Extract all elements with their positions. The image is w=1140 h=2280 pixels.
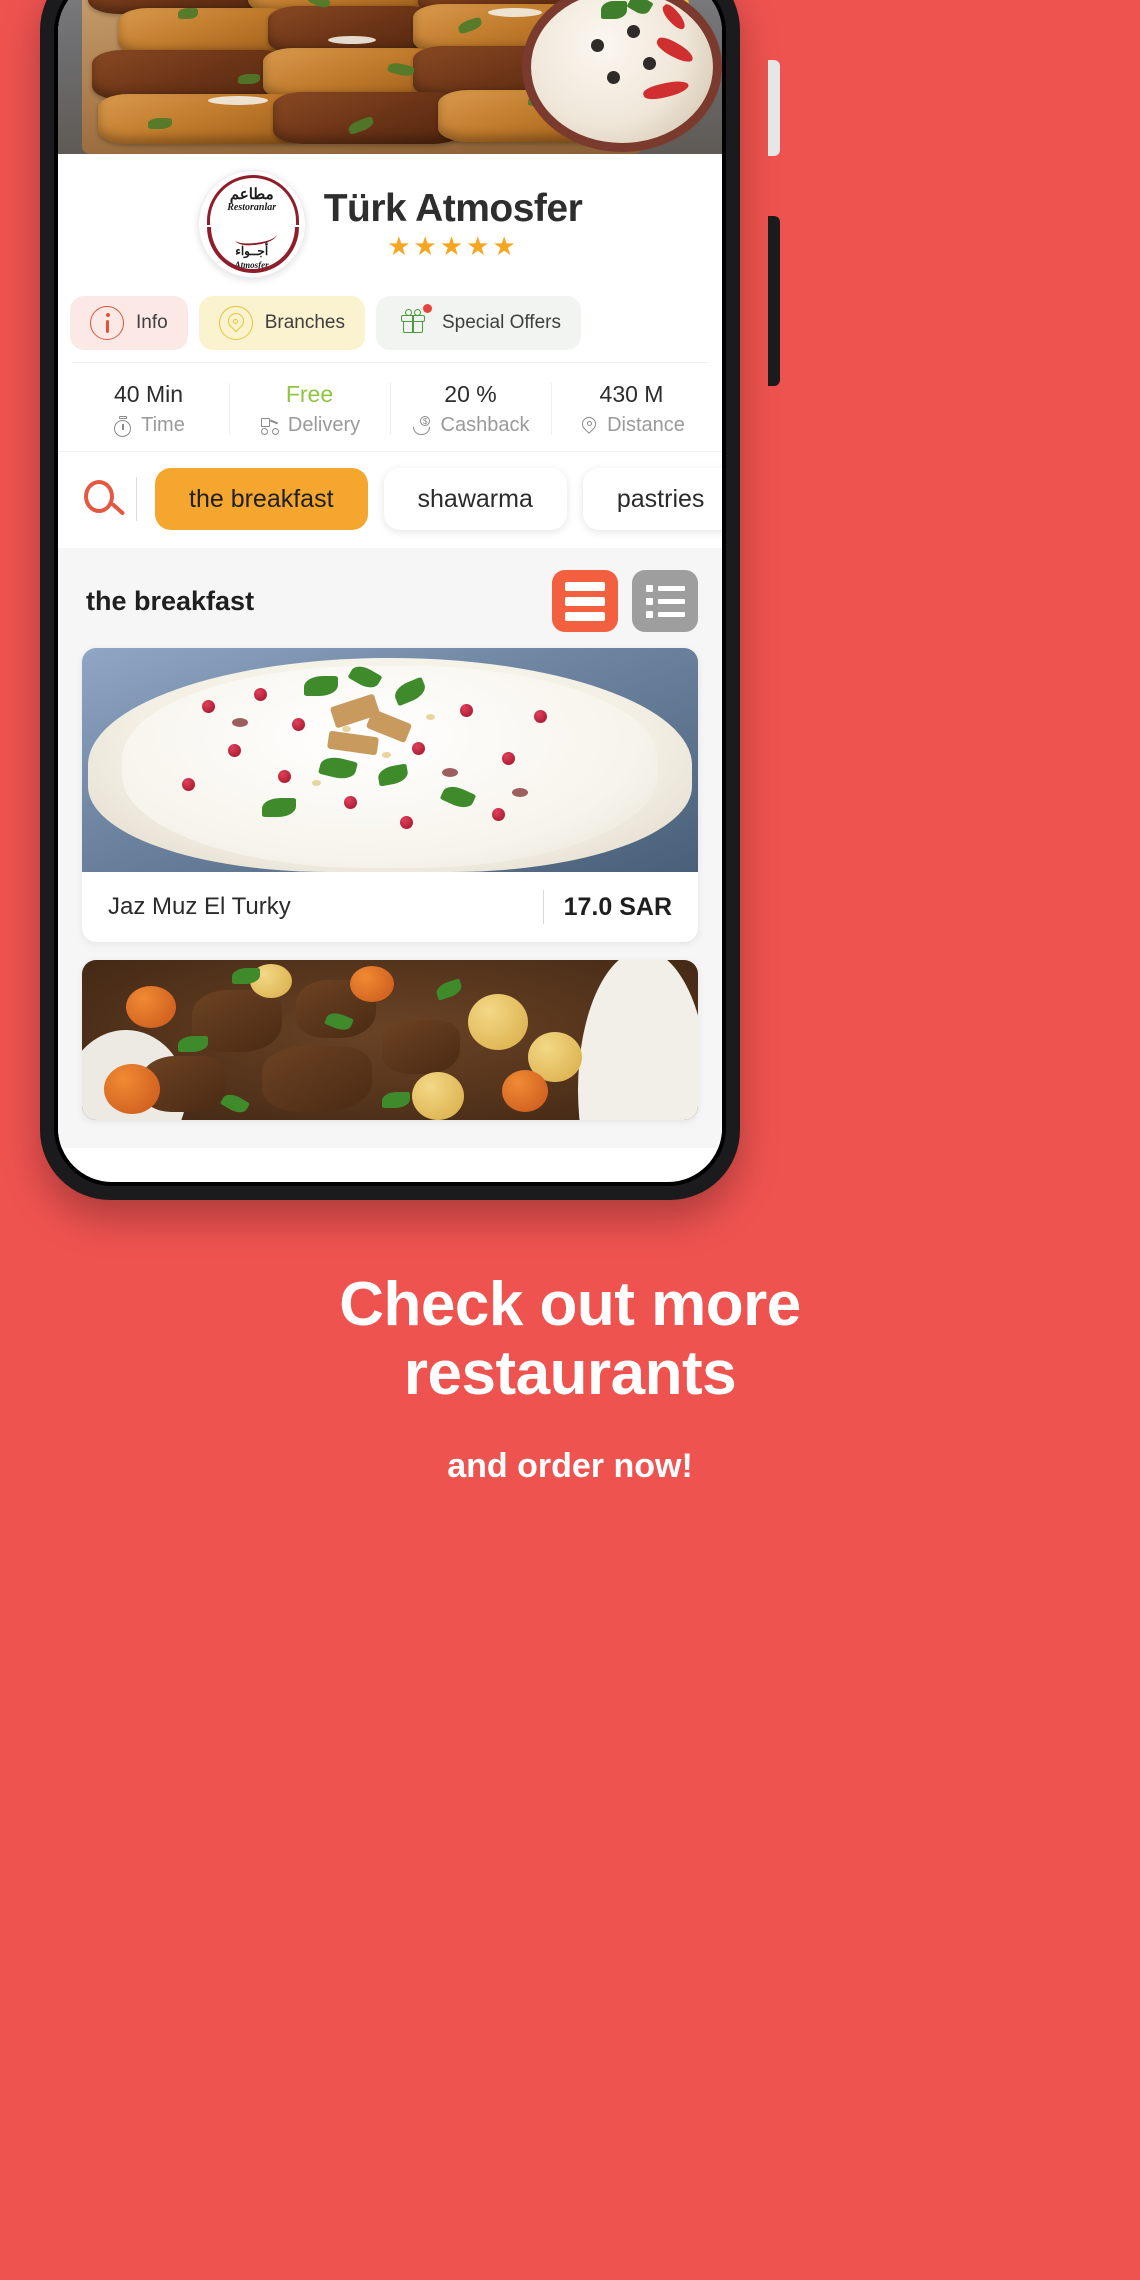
promo-headline-line1: Check out more [339, 1270, 801, 1339]
category-chip-the-breakfast[interactable]: the breakfast [155, 468, 368, 530]
info-circle-icon [90, 306, 124, 340]
phone-volume-button[interactable] [768, 60, 780, 156]
cashback-icon: $ [412, 415, 434, 437]
stat-distance-value: 430 M [599, 381, 664, 407]
info-button-label: Info [136, 312, 168, 333]
promo-headline: Check out more restaurants [60, 1270, 1080, 1409]
divider [542, 890, 544, 924]
logo-arabic-top: مطاعم [229, 186, 274, 203]
branches-button[interactable]: Branches [198, 296, 365, 350]
divider [136, 477, 137, 521]
gift-icon [396, 304, 432, 340]
phone-power-button[interactable] [768, 216, 780, 386]
brand-row: مطاعم Restoranlar أجــواء Atmosfer Türk … [58, 164, 722, 282]
stat-time-label: Time [141, 414, 185, 436]
scooter-icon [259, 415, 281, 437]
card-view-icon[interactable] [552, 570, 618, 632]
stat-delivery-label: Delivery [287, 414, 361, 436]
menu-section-title: the breakfast [86, 585, 255, 616]
stat-time-value: 40 Min [113, 381, 184, 407]
stat-time: 40 Min Time [68, 381, 229, 437]
promo-subtitle: and order now! [447, 1446, 693, 1485]
promo-block: Check out more restaurants and order now… [0, 1240, 1140, 1486]
menu-item-photo [82, 960, 698, 1120]
offers-badge-dot [422, 304, 432, 313]
action-chips-row: Info Branches Special Offers [58, 282, 722, 362]
brand-text: Türk Atmosfer ★★★★★ [323, 186, 583, 262]
menu-item-price: 17.0 SAR [563, 892, 672, 921]
logo-latin-top: Restoranlar [227, 202, 277, 213]
menu-item-info: Jaz Muz El Turky 17.0 SAR [82, 872, 698, 942]
branches-button-label: Branches [264, 312, 345, 333]
menu-item-card[interactable]: Jaz Muz El Turky 17.0 SAR [82, 648, 698, 942]
rating-stars: ★★★★★ [387, 231, 519, 262]
stat-cashback-label: Cashback [440, 414, 530, 436]
stat-cashback: 20 % $ Cashback [390, 381, 551, 437]
restaurant-cover-photo [58, 0, 722, 154]
promo-headline-line2: restaurants [403, 1339, 737, 1409]
stat-distance: 430 M Distance [551, 381, 712, 437]
menu-section: the breakfast Jaz Muz El Turky 17.0 SAR [58, 548, 722, 1148]
view-toggle-group [552, 570, 698, 632]
stat-distance-label: Distance [607, 414, 685, 436]
list-view-icon[interactable] [632, 570, 698, 632]
stats-row: 40 Min Time Free Delivery 20 % $ Cashbac… [58, 363, 722, 451]
menu-item-name: Jaz Muz El Turky [108, 893, 291, 920]
menu-item-photo [82, 648, 698, 872]
stat-delivery: Free Delivery [229, 381, 390, 437]
stat-cashback-value: 20 % [444, 381, 497, 407]
restaurant-name: Türk Atmosfer [323, 186, 583, 230]
location-pin-icon [218, 306, 253, 340]
special-offers-button[interactable]: Special Offers [375, 296, 581, 350]
special-offers-button-label: Special Offers [441, 312, 561, 333]
phone-screen: مطاعم Restoranlar أجــواء Atmosfer Türk … [58, 0, 722, 1182]
stat-delivery-value: Free [285, 381, 334, 407]
category-chip-pastries[interactable]: pastries [582, 468, 722, 530]
category-chip-shawarma[interactable]: shawarma [383, 468, 567, 530]
phone-frame: مطاعم Restoranlar أجــواء Atmosfer Türk … [40, 0, 780, 1200]
menu-item-card[interactable] [82, 960, 698, 1120]
info-button[interactable]: Info [70, 296, 188, 350]
location-icon [578, 413, 600, 437]
restaurant-logo: مطاعم Restoranlar أجــواء Atmosfer [197, 170, 306, 278]
category-bar: the breakfast shawarma pastries [58, 451, 722, 548]
restaurant-header: مطاعم Restoranlar أجــواء Atmosfer Türk … [58, 154, 722, 451]
menu-section-header: the breakfast [58, 548, 722, 648]
category-chips: the breakfast shawarma pastries [155, 468, 722, 530]
search-icon[interactable] [76, 472, 130, 526]
phone-bezel: مطاعم Restoranlar أجــواء Atmosfer Türk … [54, 0, 726, 1186]
timer-icon [112, 415, 134, 437]
